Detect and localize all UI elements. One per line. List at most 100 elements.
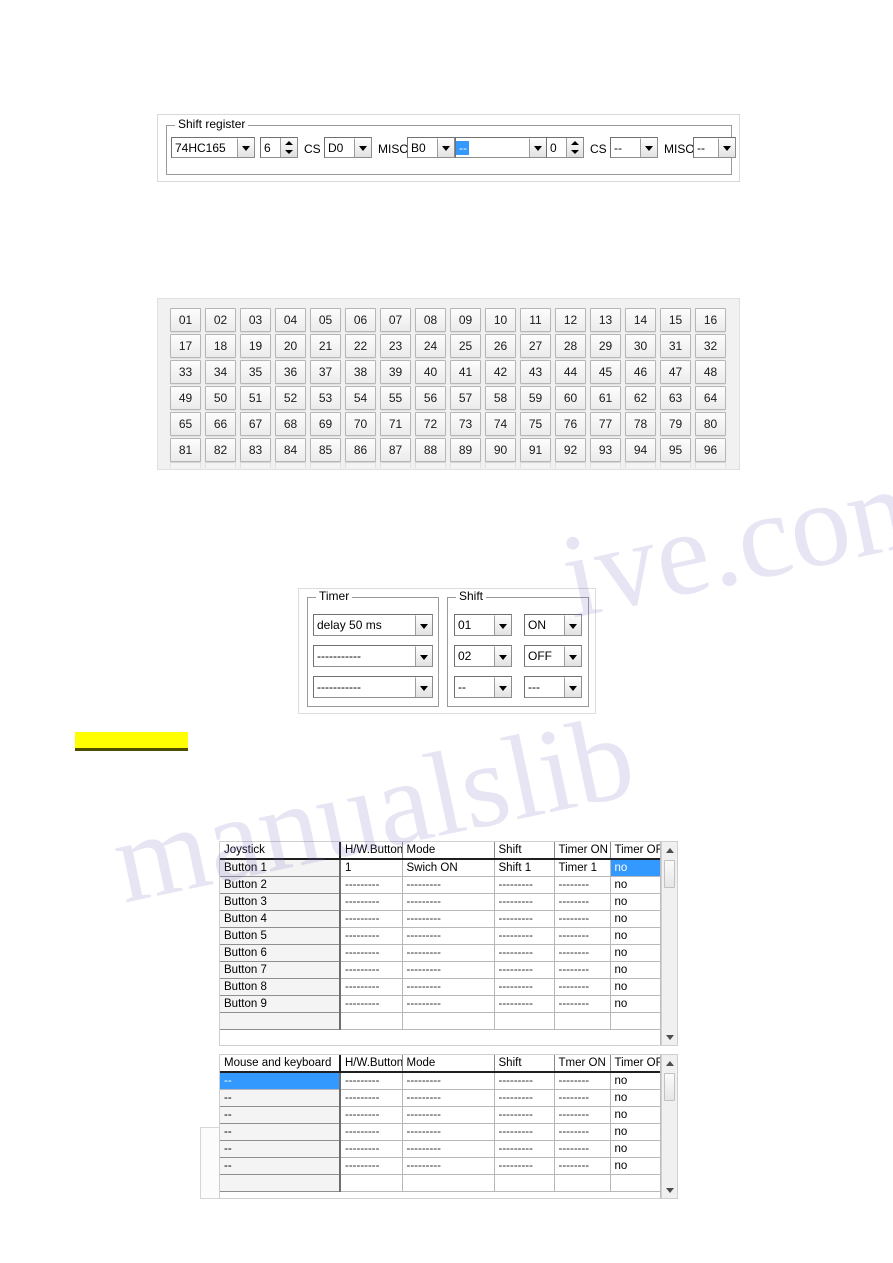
timer-off-cell[interactable]: no xyxy=(610,1089,660,1107)
table-row[interactable]: Button 3 --------- --------- --------- -----… xyxy=(220,893,660,911)
column-header[interactable]: Tmer ON xyxy=(554,1055,611,1073)
number-button[interactable]: 19 xyxy=(240,334,271,358)
number-button[interactable]: 22 xyxy=(345,334,376,358)
shift-cell[interactable]: --------- xyxy=(494,876,555,894)
hw-button-cell[interactable]: --------- xyxy=(340,910,403,928)
number-button[interactable]: 48 xyxy=(695,360,726,384)
number-button[interactable]: 94 xyxy=(625,438,656,462)
number-button[interactable]: 20 xyxy=(275,334,306,358)
number-button[interactable]: 81 xyxy=(170,438,201,462)
chevron-down-icon[interactable] xyxy=(564,615,581,635)
column-header[interactable]: H/W.Button xyxy=(340,1055,403,1073)
number-button[interactable]: 77 xyxy=(590,412,621,436)
spinner-down-icon[interactable] xyxy=(567,148,583,158)
shift-cell[interactable]: --------- xyxy=(494,1157,555,1175)
number-button[interactable]: 18 xyxy=(205,334,236,358)
chevron-down-icon[interactable] xyxy=(494,615,511,635)
number-button[interactable]: 08 xyxy=(415,308,446,332)
number-button[interactable]: 28 xyxy=(555,334,586,358)
number-button[interactable]: 79 xyxy=(660,412,691,436)
spinner-up-icon[interactable] xyxy=(281,138,297,148)
spinner-buttons[interactable] xyxy=(566,138,583,157)
number-button[interactable]: 95 xyxy=(660,438,691,462)
timer-off-cell[interactable]: no xyxy=(610,1072,660,1090)
column-header[interactable]: Timer OFF xyxy=(610,842,660,860)
shift-index-combo-0[interactable]: 01 xyxy=(454,614,512,636)
number-button[interactable]: 55 xyxy=(380,386,411,410)
number-button[interactable]: 44 xyxy=(555,360,586,384)
number-button[interactable]: 66 xyxy=(205,412,236,436)
number-button[interactable]: 71 xyxy=(380,412,411,436)
timer-off-cell[interactable]: no xyxy=(610,1123,660,1141)
number-button[interactable]: 41 xyxy=(450,360,481,384)
timer-off-cell[interactable]: no xyxy=(610,910,660,928)
table-cell-empty[interactable] xyxy=(610,1174,660,1192)
mode-cell[interactable]: --------- xyxy=(402,1089,495,1107)
number-button[interactable]: 85 xyxy=(310,438,341,462)
hw-button-cell[interactable]: --------- xyxy=(340,1089,403,1107)
shift-cell[interactable]: --------- xyxy=(494,961,555,979)
number-button[interactable]: 12 xyxy=(555,308,586,332)
table-row[interactable]: -- --------- --------- --------- -------- no xyxy=(220,1072,660,1090)
number-button[interactable]: 09 xyxy=(450,308,481,332)
shift-cell[interactable]: --------- xyxy=(494,978,555,996)
mode-cell[interactable]: --------- xyxy=(402,1123,495,1141)
number-button[interactable]: 93 xyxy=(590,438,621,462)
row-name-cell[interactable]: -- xyxy=(220,1140,341,1158)
number-button[interactable]: 86 xyxy=(345,438,376,462)
row-name-cell[interactable]: Button 1 xyxy=(220,858,341,877)
number-button[interactable]: 05 xyxy=(310,308,341,332)
number-button[interactable]: 76 xyxy=(555,412,586,436)
number-button[interactable]: 02 xyxy=(205,308,236,332)
number-button[interactable]: 58 xyxy=(485,386,516,410)
table-row[interactable]: Button 6 --------- --------- --------- -----… xyxy=(220,944,660,962)
cs-combo-1[interactable]: D0 xyxy=(324,137,372,158)
table-row[interactable]: Button 1 1 Swich ON Shift 1 Timer 1 no xyxy=(220,858,660,877)
table-row[interactable]: -- --------- --------- --------- -------- no xyxy=(220,1089,660,1107)
shift-cell[interactable]: --------- xyxy=(494,995,555,1013)
timer-off-cell[interactable]: no xyxy=(610,1140,660,1158)
hw-button-cell[interactable]: --------- xyxy=(340,1140,403,1158)
row-name-cell[interactable]: Button 3 xyxy=(220,893,341,911)
chevron-down-icon[interactable] xyxy=(718,138,735,157)
mode-cell[interactable]: --------- xyxy=(402,1072,495,1090)
timer-off-cell[interactable]: no xyxy=(610,859,660,877)
number-button[interactable]: 88 xyxy=(415,438,446,462)
timer-on-cell[interactable]: -------- xyxy=(554,893,611,911)
number-button[interactable]: 10 xyxy=(485,308,516,332)
timer-on-cell[interactable]: -------- xyxy=(554,927,611,945)
row-name-cell[interactable]: Button 8 xyxy=(220,978,341,996)
hw-button-cell[interactable]: --------- xyxy=(340,995,403,1013)
shift-cell[interactable]: --------- xyxy=(494,1089,555,1107)
number-button[interactable]: 03 xyxy=(240,308,271,332)
number-button[interactable]: 13 xyxy=(590,308,621,332)
timer-on-cell[interactable]: -------- xyxy=(554,1140,611,1158)
number-button[interactable]: 47 xyxy=(660,360,691,384)
number-button[interactable]: 89 xyxy=(450,438,481,462)
mode-cell[interactable]: --------- xyxy=(402,944,495,962)
number-button[interactable]: 91 xyxy=(520,438,551,462)
column-header[interactable]: Mode xyxy=(402,1055,495,1073)
table-row[interactable]: -- --------- --------- --------- -------- no xyxy=(220,1140,660,1158)
number-button[interactable]: 07 xyxy=(380,308,411,332)
table-row[interactable]: Button 2 --------- --------- --------- -----… xyxy=(220,876,660,894)
spinner-buttons[interactable] xyxy=(280,138,297,157)
number-button[interactable]: 67 xyxy=(240,412,271,436)
row-name-cell[interactable]: -- xyxy=(220,1157,341,1175)
number-button[interactable]: 82 xyxy=(205,438,236,462)
number-button[interactable]: 32 xyxy=(695,334,726,358)
chevron-down-icon[interactable] xyxy=(529,138,546,157)
row-name-cell[interactable]: Button 5 xyxy=(220,927,341,945)
number-button[interactable]: 70 xyxy=(345,412,376,436)
timer-on-cell[interactable]: -------- xyxy=(554,1106,611,1124)
number-button-grid[interactable]: 01 02 03 04 05 06 07 08 09 10 11 12 13 14 15 16 17 18 19 20… xyxy=(168,307,728,463)
timer-off-cell[interactable]: no xyxy=(610,995,660,1013)
column-header[interactable]: Shift xyxy=(494,1055,555,1073)
chevron-down-icon[interactable] xyxy=(415,646,432,666)
number-button[interactable]: 80 xyxy=(695,412,726,436)
table-row[interactable]: -- --------- --------- --------- -------- no xyxy=(220,1157,660,1175)
timer-combo-0[interactable]: delay 50 ms xyxy=(313,614,433,636)
chevron-down-icon[interactable] xyxy=(494,646,511,666)
number-button[interactable]: 37 xyxy=(310,360,341,384)
table-cell-empty[interactable] xyxy=(554,1174,611,1192)
